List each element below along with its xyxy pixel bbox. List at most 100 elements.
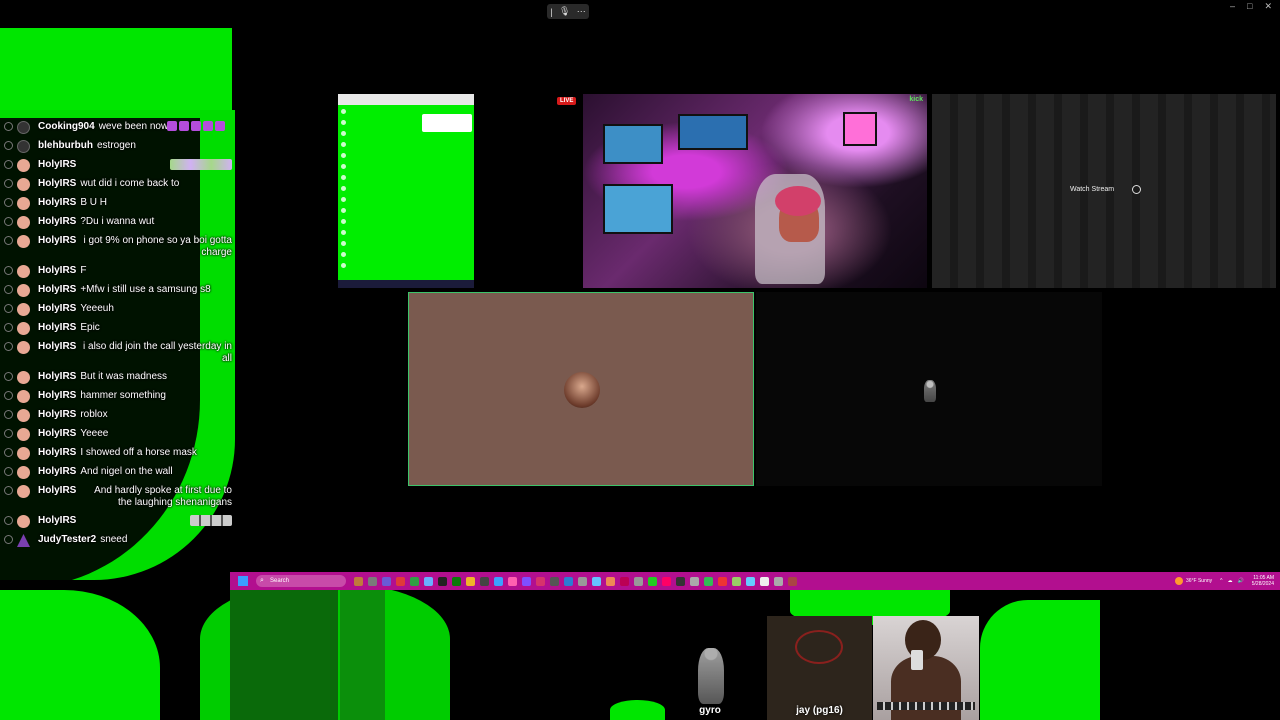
chat-username[interactable]: HolyIRS (38, 235, 76, 247)
watch-stream-tile[interactable]: Watch Stream (932, 94, 1276, 288)
chat-username[interactable]: HolyIRS (38, 485, 76, 497)
taskbar-app-icon[interactable] (788, 576, 797, 586)
user-avatar (17, 341, 30, 354)
taskbar-app-icon[interactable] (732, 576, 741, 586)
taskbar-app-icon[interactable] (746, 576, 755, 586)
taskbar-app-icon[interactable] (410, 576, 419, 586)
taskbar-app-icon[interactable] (704, 576, 713, 586)
taskbar-app-icon[interactable] (480, 576, 489, 586)
chat-message: HolyIRS ?Du i wanna wut (0, 213, 236, 232)
chat-message: HolyIRS i also did join the call yesterda… (0, 338, 236, 368)
stream-tag: kick (909, 96, 923, 103)
chat-username[interactable]: JudyTester2 (38, 534, 96, 546)
taskbar-app-icon[interactable] (382, 576, 391, 586)
maximize-icon[interactable]: □ (1247, 1, 1252, 12)
chat-username[interactable]: HolyIRS (38, 466, 76, 478)
taskbar-search[interactable]: Search (256, 575, 346, 587)
moderator-badge-icon (4, 179, 13, 188)
chat-username[interactable]: Cooking904 (38, 121, 95, 133)
cloud-icon[interactable]: ☁ (1228, 578, 1233, 584)
weather-widget[interactable]: 36°F Sunny (1174, 577, 1212, 585)
chevron-up-icon[interactable]: ^ (1220, 578, 1222, 584)
moderator-badge-icon (4, 467, 13, 476)
taskbar-app-icon[interactable] (718, 576, 727, 586)
chat-username[interactable]: HolyIRS (38, 197, 76, 209)
more-icon[interactable]: ⋯ (577, 6, 586, 17)
participant-video[interactable] (873, 616, 979, 720)
taskbar-app-icon[interactable] (452, 576, 461, 586)
taskbar-app-icon[interactable] (508, 576, 517, 586)
taskbar-app-icon[interactable] (466, 576, 475, 586)
mini-avatar (341, 120, 346, 125)
moderator-badge-icon (4, 535, 13, 544)
taskbar-app-icon[interactable] (494, 576, 503, 586)
chat-username[interactable]: HolyIRS (38, 390, 76, 402)
taskbar-app-icon[interactable] (424, 576, 433, 586)
taskbar-app-icon[interactable] (760, 576, 769, 586)
minimize-icon[interactable]: – (1230, 1, 1235, 12)
volume-icon[interactable]: 🔊 (1238, 578, 1244, 584)
taskbar-app-icon[interactable] (648, 576, 657, 586)
taskbar-app-icon[interactable] (620, 576, 629, 586)
mic-icon[interactable]: 🎙 (559, 6, 570, 17)
chat-username[interactable]: HolyIRS (38, 371, 76, 383)
taskbar-app-icon[interactable] (368, 576, 377, 586)
taskbar-app-icon[interactable] (634, 576, 643, 586)
taskbar-app-icon[interactable] (676, 576, 685, 586)
chat-username[interactable]: HolyIRS (38, 428, 76, 440)
participant-jay[interactable]: jay (pg16) (767, 616, 872, 720)
chat-message: HolyIRS But it was madness (0, 368, 236, 387)
chat-username[interactable]: HolyIRS (38, 341, 76, 353)
taskbar-app-icon[interactable] (774, 576, 783, 586)
chat-username[interactable]: blehburbuh (38, 140, 93, 152)
moderator-badge-icon (4, 391, 13, 400)
clock[interactable]: 11:05 AM 5/28/2024 (1252, 575, 1274, 587)
chat-username[interactable]: HolyIRS (38, 265, 76, 277)
emote (190, 515, 232, 526)
chat-username[interactable]: HolyIRS (38, 284, 76, 296)
phone (911, 650, 923, 670)
stream-tile[interactable]: kick (583, 94, 927, 288)
moderator-badge-icon (4, 141, 13, 150)
chat-username[interactable]: HolyIRS (38, 322, 76, 334)
chat-username[interactable]: HolyIRS (38, 216, 76, 228)
moderator-badge-icon (4, 160, 13, 169)
participant-tile-active[interactable] (408, 292, 754, 486)
taskbar-app-icon[interactable] (592, 576, 601, 586)
monitor (603, 124, 663, 164)
mini-chat-row (338, 150, 474, 161)
close-icon[interactable]: ✕ (1264, 1, 1272, 12)
taskbar-app-icon[interactable] (578, 576, 587, 586)
chat-username[interactable]: HolyIRS (38, 515, 76, 527)
taskbar-app-icon[interactable] (438, 576, 447, 586)
taskbar-app-icon[interactable] (522, 576, 531, 586)
windows-start-icon[interactable] (238, 576, 248, 586)
taskbar-app-icon[interactable] (536, 576, 545, 586)
green-screen-area (0, 590, 160, 720)
user-avatar (17, 159, 30, 172)
taskbar-app-icon[interactable] (662, 576, 671, 586)
chat-text: +Mfw i still use a samsung s8 (80, 284, 211, 295)
taskbar-app-icon[interactable] (564, 576, 573, 586)
chat-username[interactable]: HolyIRS (38, 409, 76, 421)
participant-tile[interactable] (756, 292, 1102, 486)
chat-username[interactable]: HolyIRS (38, 178, 76, 190)
mini-avatar (341, 186, 346, 191)
chat-text: Yeeee (80, 428, 109, 439)
participant-gyro[interactable]: gyro (680, 640, 740, 720)
user-avatar (17, 178, 30, 191)
taskbar-app-icon[interactable] (396, 576, 405, 586)
zoom-icon[interactable] (1132, 185, 1141, 194)
chat-message: HolyIRS B U H (0, 194, 236, 213)
chat-username[interactable]: HolyIRS (38, 159, 76, 171)
taskbar-app-icon[interactable] (690, 576, 699, 586)
moderator-badge-icon (4, 122, 13, 131)
taskbar-app-icon[interactable] (606, 576, 615, 586)
taskbar-app-icon[interactable] (354, 576, 363, 586)
chat-username[interactable]: HolyIRS (38, 303, 76, 315)
taskbar-app-icon[interactable] (550, 576, 559, 586)
chat-username[interactable]: HolyIRS (38, 447, 76, 459)
screen-share-tile[interactable] (338, 94, 474, 288)
moderator-badge-icon (4, 236, 13, 245)
window-controls: – □ ✕ (1230, 1, 1272, 12)
